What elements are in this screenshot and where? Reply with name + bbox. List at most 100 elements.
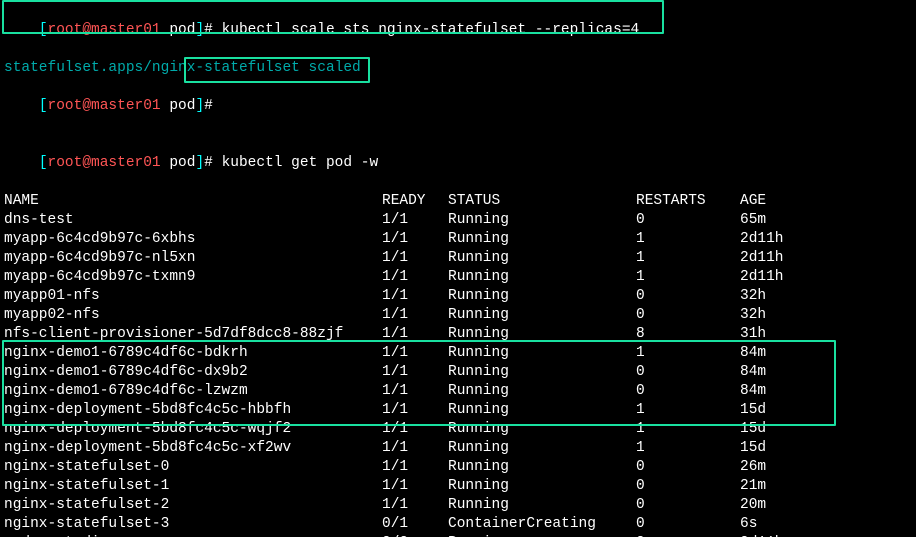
scale-response: statefulset.apps/nginx-statefulset scale…	[4, 59, 912, 78]
cell-name: nginx-deployment-5bd8fc4c5c-wqjf2	[4, 420, 382, 439]
table-row: nginx-demo1-6789c4df6c-dx9b21/1Running08…	[4, 363, 912, 382]
cell-restarts: 1	[636, 249, 740, 268]
cell-age: 2d11h	[740, 268, 784, 287]
cell-ready: 1/1	[382, 496, 448, 515]
col-ready: READY	[382, 192, 448, 211]
table-row: nginx-statefulset-21/1Running020m	[4, 496, 912, 515]
prompt-line-empty: [root@master01 pod]#	[4, 78, 912, 135]
cell-status: Running	[448, 382, 636, 401]
cell-age: 84m	[740, 363, 766, 382]
table-row: nginx-deployment-5bd8fc4c5c-wqjf21/1Runn…	[4, 420, 912, 439]
col-age: AGE	[740, 192, 766, 211]
cell-name: nginx-statefulset-1	[4, 477, 382, 496]
prompt-line-scale: [root@master01 pod]# kubectl scale sts n…	[4, 2, 912, 59]
cell-name: nginx-demo1-6789c4df6c-bdkrh	[4, 344, 382, 363]
cell-age: 15d	[740, 401, 766, 420]
cell-ready: 0/1	[382, 515, 448, 534]
cell-restarts: 0	[636, 287, 740, 306]
cell-status: Running	[448, 439, 636, 458]
cell-age: 2d11h	[740, 249, 784, 268]
table-row: myapp01-nfs1/1Running032h	[4, 287, 912, 306]
cell-restarts: 8	[636, 325, 740, 344]
cell-status: Running	[448, 325, 636, 344]
table-row: nginx-demo1-6789c4df6c-bdkrh1/1Running18…	[4, 344, 912, 363]
cell-name: nginx-statefulset-2	[4, 496, 382, 515]
cell-ready: 1/1	[382, 287, 448, 306]
cell-restarts: 0	[636, 515, 740, 534]
cell-name: nginx-deployment-5bd8fc4c5c-xf2wv	[4, 439, 382, 458]
cell-restarts: 1	[636, 420, 740, 439]
table-row: nginx-statefulset-01/1Running026m	[4, 458, 912, 477]
cmd-watch: kubectl get pod -w	[222, 155, 379, 171]
cell-ready: 1/1	[382, 306, 448, 325]
cell-status: Running	[448, 268, 636, 287]
cell-restarts: 1	[636, 344, 740, 363]
table-row: myapp-6c4cd9b97c-nl5xn1/1Running12d11h	[4, 249, 912, 268]
cell-name: myapp02-nfs	[4, 306, 382, 325]
cell-status: Running	[448, 420, 636, 439]
cell-age: 32h	[740, 287, 766, 306]
table-row: nginx-demo1-6789c4df6c-lzwzm1/1Running08…	[4, 382, 912, 401]
cell-name: nginx-statefulset-0	[4, 458, 382, 477]
table-row: myapp02-nfs1/1Running032h	[4, 306, 912, 325]
cell-ready: 1/1	[382, 325, 448, 344]
prompt-user: root@master01	[48, 22, 161, 38]
terminal[interactable]: [root@master01 pod]# kubectl scale sts n…	[0, 0, 916, 537]
cell-status: Running	[448, 477, 636, 496]
cell-age: 26m	[740, 458, 766, 477]
cell-age: 21m	[740, 477, 766, 496]
cell-name: nfs-client-provisioner-5d7df8dcc8-88zjf	[4, 325, 382, 344]
cell-age: 2d11h	[740, 230, 784, 249]
cell-restarts: 1	[636, 230, 740, 249]
cell-name: nginx-demo1-6789c4df6c-lzwzm	[4, 382, 382, 401]
prompt-cwd: pod	[161, 22, 196, 38]
cell-restarts: 1	[636, 401, 740, 420]
cell-age: 20m	[740, 496, 766, 515]
table-row: myapp-6c4cd9b97c-txmn91/1Running12d11h	[4, 268, 912, 287]
cell-ready: 1/1	[382, 477, 448, 496]
cell-status: Running	[448, 496, 636, 515]
cell-status: Running	[448, 230, 636, 249]
cell-status: Running	[448, 249, 636, 268]
table-row: nfs-client-provisioner-5d7df8dcc8-88zjf1…	[4, 325, 912, 344]
cell-status: Running	[448, 287, 636, 306]
cell-ready: 1/1	[382, 363, 448, 382]
col-restarts: RESTARTS	[636, 192, 740, 211]
cell-ready: 1/1	[382, 344, 448, 363]
cell-restarts: 1	[636, 439, 740, 458]
cell-restarts: 0	[636, 363, 740, 382]
cell-status: Running	[448, 401, 636, 420]
prompt-open: [	[39, 22, 48, 38]
cell-name: myapp-6c4cd9b97c-nl5xn	[4, 249, 382, 268]
table-row: nginx-deployment-5bd8fc4c5c-xf2wv1/1Runn…	[4, 439, 912, 458]
cell-restarts: 0	[636, 382, 740, 401]
cell-status: Running	[448, 363, 636, 382]
table-row: dns-test1/1Running065m	[4, 211, 912, 230]
col-name: NAME	[4, 192, 382, 211]
cell-age: 32h	[740, 306, 766, 325]
cell-restarts: 0	[636, 477, 740, 496]
table-row: nginx-deployment-5bd8fc4c5c-hbbfh1/1Runn…	[4, 401, 912, 420]
cell-name: myapp-6c4cd9b97c-6xbhs	[4, 230, 382, 249]
cell-ready: 1/1	[382, 420, 448, 439]
cell-ready: 1/1	[382, 439, 448, 458]
cell-restarts: 0	[636, 211, 740, 230]
cell-ready: 1/1	[382, 268, 448, 287]
table-body: dns-test1/1Running065mmyapp-6c4cd9b97c-6…	[4, 211, 912, 537]
cell-ready: 1/1	[382, 382, 448, 401]
prompt-line-watch: [root@master01 pod]# kubectl get pod -w	[4, 135, 912, 192]
cell-name: nginx-deployment-5bd8fc4c5c-hbbfh	[4, 401, 382, 420]
cell-restarts: 0	[636, 458, 740, 477]
cell-name: nginx-demo1-6789c4df6c-dx9b2	[4, 363, 382, 382]
table-row: nginx-statefulset-30/1ContainerCreating0…	[4, 515, 912, 534]
cell-age: 31h	[740, 325, 766, 344]
cell-status: Running	[448, 211, 636, 230]
cell-name: dns-test	[4, 211, 382, 230]
table-row: myapp-6c4cd9b97c-6xbhs1/1Running12d11h	[4, 230, 912, 249]
cell-status: ContainerCreating	[448, 515, 636, 534]
cell-age: 84m	[740, 344, 766, 363]
cell-restarts: 1	[636, 268, 740, 287]
cell-restarts: 0	[636, 496, 740, 515]
cell-age: 15d	[740, 420, 766, 439]
cell-ready: 1/1	[382, 230, 448, 249]
